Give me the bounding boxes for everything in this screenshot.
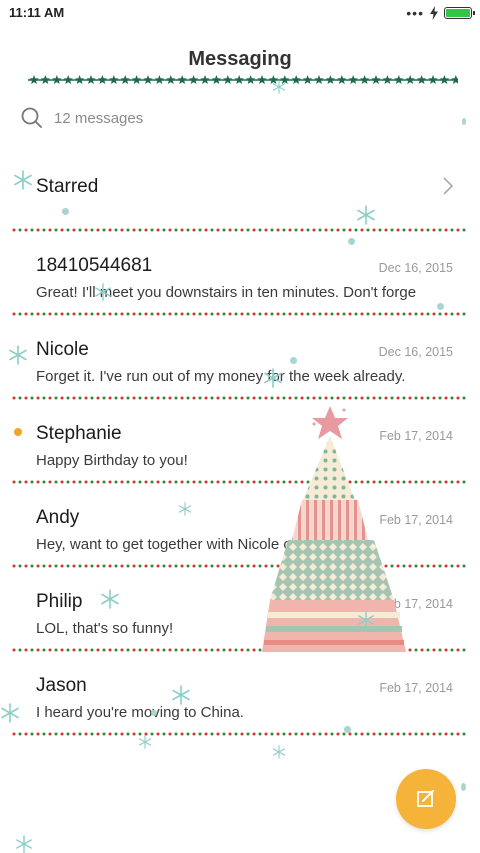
signal-dots: ••• (406, 5, 424, 21)
conversation-name: Philip (36, 591, 83, 612)
conversation-date: Feb 17, 2014 (379, 429, 453, 443)
snow-dot (461, 783, 466, 791)
divider (12, 732, 466, 736)
divider (12, 228, 466, 232)
charging-bolt-icon (430, 6, 438, 20)
star-garland-decoration (28, 75, 458, 85)
conversation-preview: I heard you're moving to China. (36, 704, 244, 721)
starred-row[interactable]: Starred (0, 160, 480, 224)
search-icon (21, 107, 42, 128)
conversation-name: 18410544681 (36, 255, 153, 276)
conversation-name: Andy (36, 507, 80, 528)
compose-icon (417, 790, 434, 807)
conversation-preview: Hey, want to get together with Nicole on… (36, 536, 355, 553)
conversation-name: Nicole (36, 339, 89, 360)
divider (12, 312, 466, 316)
conversation-date: Feb 17, 2014 (379, 681, 453, 695)
conversation-preview: Great! I'll meet you downstairs in ten m… (36, 284, 417, 301)
battery-icon (444, 7, 475, 19)
status-bar: 11:11 AM ••• (0, 0, 480, 28)
chevron-right-icon[interactable] (442, 176, 454, 196)
conversation-date: Dec 16, 2015 (378, 345, 453, 359)
conversation-preview: Forget it. I've run out of my money for … (36, 368, 406, 385)
snowflake-icon (272, 745, 286, 759)
status-time: 11:11 AM (9, 5, 65, 20)
unread-indicator (14, 428, 22, 436)
search-bar[interactable]: 12 messages (20, 106, 143, 130)
conversation-preview: Happy Birthday to you! (36, 452, 188, 469)
divider (12, 648, 466, 652)
conversation-date: Feb 17, 2014 (379, 513, 453, 527)
conversation-date: Feb 17, 2014 (379, 597, 453, 611)
divider (12, 480, 466, 484)
search-input[interactable]: 12 messages (54, 110, 143, 127)
conversation-name: Jason (36, 675, 87, 696)
snow-dot (462, 118, 466, 125)
conversation-name: Stephanie (36, 423, 122, 444)
divider (12, 564, 466, 568)
compose-button[interactable] (396, 769, 456, 829)
divider (12, 396, 466, 400)
status-icons: ••• (406, 5, 475, 21)
conversation-preview: LOL, that's so funny! (36, 620, 174, 637)
starred-label: Starred (36, 176, 99, 197)
snowflake-icon (16, 835, 32, 853)
conversation-date: Dec 16, 2015 (378, 261, 453, 275)
page-title: Messaging (188, 48, 292, 70)
